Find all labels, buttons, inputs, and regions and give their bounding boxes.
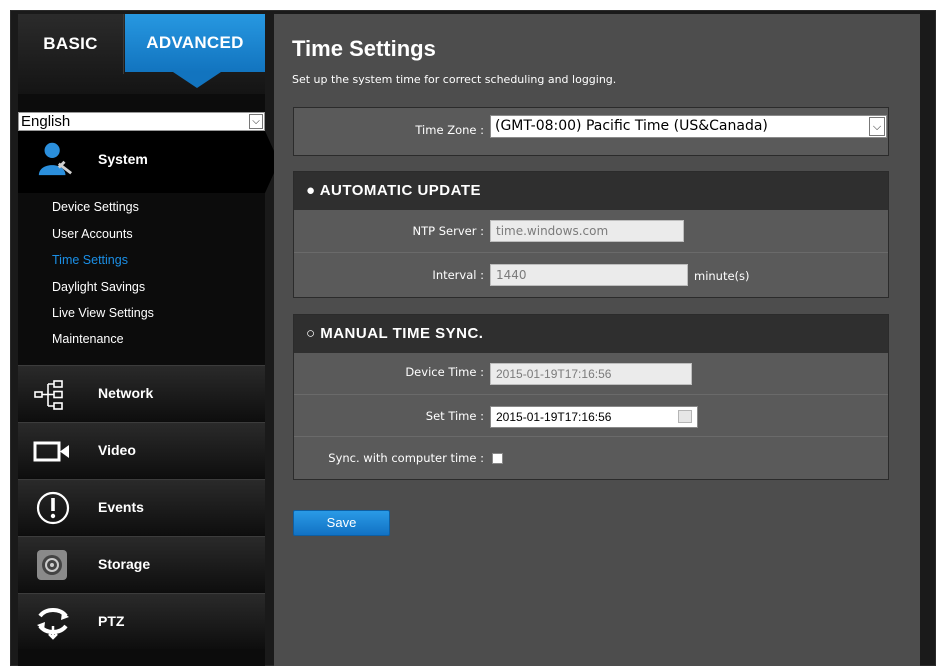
- sidebar-item-live-view-settings[interactable]: Live View Settings: [52, 306, 154, 320]
- sidebar-item-time-settings[interactable]: Time Settings: [52, 253, 128, 267]
- active-tab-pointer: [173, 72, 221, 88]
- sidebar-section-network[interactable]: Network: [18, 365, 265, 421]
- sidebar-section-storage[interactable]: Storage: [18, 536, 265, 592]
- device-time-row: Device Time : 2015-01-19T17:16:56: [294, 353, 888, 395]
- radio-filled-icon: ●: [306, 182, 316, 199]
- time-zone-label: Time Zone :: [415, 123, 484, 137]
- time-zone-select[interactable]: (GMT-08:00) Pacific Time (US&Canada) ⌵: [490, 115, 887, 138]
- sidebar-ptz-label: PTZ: [98, 613, 125, 629]
- sync-computer-label: Sync. with computer time :: [328, 451, 484, 465]
- page-title: Time Settings: [292, 36, 436, 61]
- sidebar-section-events[interactable]: Events: [18, 479, 265, 535]
- interval-unit: minute(s): [694, 269, 750, 283]
- device-time-input[interactable]: 2015-01-19T17:16:56: [490, 363, 692, 385]
- sidebar-video-label: Video: [98, 442, 136, 458]
- sidebar-item-maintenance[interactable]: Maintenance: [52, 332, 124, 346]
- network-icon: [34, 380, 63, 410]
- tab-basic[interactable]: BASIC: [18, 14, 124, 74]
- sidebar-section-system[interactable]: System: [18, 131, 265, 193]
- interval-label: Interval :: [432, 268, 484, 282]
- sidebar: BASIC ADVANCED English ⌵ System Device S…: [18, 14, 279, 666]
- sidebar-events-label: Events: [98, 499, 144, 515]
- automatic-update-title: AUTOMATIC UPDATE: [319, 182, 482, 199]
- interval-row: Interval : 1440 minute(s): [294, 253, 888, 297]
- time-zone-box: Time Zone : (GMT-08:00) Pacific Time (US…: [293, 107, 889, 156]
- manual-sync-heading[interactable]: ○ MANUAL TIME SYNC.: [294, 315, 888, 353]
- page-subtitle: Set up the system time for correct sched…: [292, 73, 617, 86]
- automatic-update-box: ● AUTOMATIC UPDATE NTP Server : time.win…: [293, 171, 889, 298]
- manual-sync-box: ○ MANUAL TIME SYNC. Device Time : 2015-0…: [293, 314, 889, 480]
- ntp-server-label: NTP Server :: [412, 224, 484, 238]
- ntp-server-row: NTP Server : time.windows.com: [294, 210, 888, 253]
- device-time-label: Device Time :: [405, 365, 484, 379]
- sidebar-item-user-accounts[interactable]: User Accounts: [52, 227, 133, 241]
- sync-computer-row: Sync. with computer time :: [294, 437, 888, 479]
- time-zone-value: (GMT-08:00) Pacific Time (US&Canada): [495, 118, 768, 134]
- sync-computer-checkbox[interactable]: [492, 453, 503, 464]
- storage-icon: [37, 550, 67, 580]
- time-zone-row: Time Zone : (GMT-08:00) Pacific Time (US…: [294, 108, 888, 155]
- sidebar-network-label: Network: [98, 385, 154, 401]
- sidebar-section-ptz[interactable]: PTZ: [18, 593, 265, 649]
- chevron-down-icon[interactable]: ⌵: [249, 114, 263, 129]
- sidebar-item-device-settings[interactable]: Device Settings: [52, 200, 139, 214]
- chevron-down-icon[interactable]: ⌵: [869, 117, 885, 136]
- radio-empty-icon: ○: [306, 325, 316, 342]
- mode-tabbar: BASIC ADVANCED: [18, 14, 265, 94]
- language-select[interactable]: English ⌵: [18, 112, 265, 131]
- set-time-row: Set Time : 2015-01-19T17:16:56: [294, 395, 888, 437]
- system-user-icon: [38, 142, 73, 176]
- set-time-input[interactable]: 2015-01-19T17:16:56: [490, 406, 698, 428]
- ntp-server-input[interactable]: time.windows.com: [490, 220, 684, 242]
- language-selected: English: [21, 113, 71, 130]
- video-camera-icon: [33, 441, 69, 462]
- sidebar-section-video[interactable]: Video: [18, 422, 265, 478]
- interval-input[interactable]: 1440: [490, 264, 688, 286]
- set-time-value: 2015-01-19T17:16:56: [496, 410, 612, 424]
- tab-advanced[interactable]: ADVANCED: [125, 14, 265, 72]
- manual-sync-title: MANUAL TIME SYNC.: [320, 325, 484, 342]
- sidebar-system-title: System: [98, 151, 148, 167]
- sidebar-storage-label: Storage: [98, 556, 151, 572]
- alert-icon: [36, 491, 70, 525]
- ptz-icon: [37, 608, 69, 640]
- calendar-icon[interactable]: [678, 410, 692, 423]
- automatic-update-heading[interactable]: ● AUTOMATIC UPDATE: [294, 172, 888, 210]
- set-time-label: Set Time :: [425, 409, 484, 423]
- save-button[interactable]: Save: [293, 510, 390, 536]
- main-panel: Time Settings Set up the system time for…: [274, 14, 920, 666]
- sidebar-item-daylight-savings[interactable]: Daylight Savings: [52, 280, 145, 294]
